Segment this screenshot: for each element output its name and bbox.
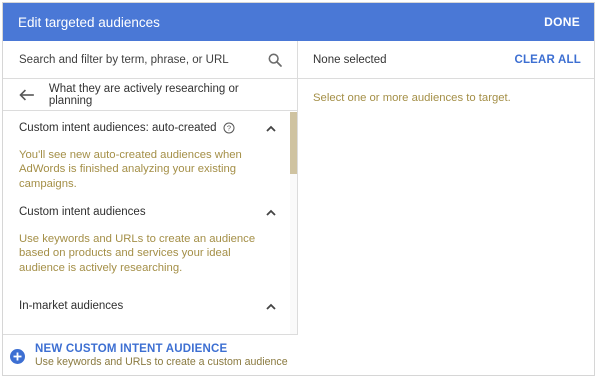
dialog-title: Edit targeted audiences xyxy=(18,14,160,30)
selected-audiences-panel: None selected CLEAR ALL Select one or mo… xyxy=(298,41,594,375)
new-audience-subtitle: Use keywords and URLs to create a custom… xyxy=(35,356,288,368)
edit-audiences-dialog: Edit targeted audiences DONE What they a… xyxy=(2,2,595,376)
section-title: In-market audiences xyxy=(19,300,124,312)
arrow-back-icon[interactable] xyxy=(19,88,35,101)
section-title: Custom intent audiences xyxy=(19,206,146,218)
chevron-up-icon[interactable] xyxy=(266,303,276,310)
section-auto-created: Custom intent audiences: auto-created ? … xyxy=(3,112,290,196)
section-in-market: In-market audiences xyxy=(3,290,290,322)
search-bar xyxy=(3,41,297,79)
section-header[interactable]: Custom intent audiences xyxy=(3,196,290,228)
audience-section-list: Custom intent audiences: auto-created ? … xyxy=(3,112,290,334)
audience-browser-panel: What they are actively researching or pl… xyxy=(3,41,298,375)
dialog-body: What they are actively researching or pl… xyxy=(3,41,594,375)
new-custom-intent-audience-button[interactable]: NEW CUSTOM INTENT AUDIENCE Use keywords … xyxy=(3,334,298,375)
selection-header: None selected CLEAR ALL xyxy=(298,41,594,79)
section-header[interactable]: In-market audiences xyxy=(3,290,290,322)
new-audience-title[interactable]: NEW CUSTOM INTENT AUDIENCE xyxy=(35,343,288,356)
search-icon[interactable] xyxy=(267,52,283,68)
section-description: You'll see new auto-created audiences wh… xyxy=(19,149,242,190)
empty-selection-hint: Select one or more audiences to target. xyxy=(313,92,511,104)
list-scrollbar[interactable] xyxy=(290,112,297,334)
category-breadcrumb: What they are actively researching or pl… xyxy=(3,79,297,111)
scrollbar-thumb[interactable] xyxy=(290,112,297,174)
section-header[interactable]: Custom intent audiences: auto-created ? xyxy=(3,112,290,144)
svg-text:?: ? xyxy=(226,124,230,133)
selection-status: None selected xyxy=(313,53,387,66)
section-title: Custom intent audiences: auto-created xyxy=(19,122,217,134)
done-button[interactable]: DONE xyxy=(544,15,580,29)
clear-all-button[interactable]: CLEAR ALL xyxy=(514,54,581,66)
search-input[interactable] xyxy=(19,53,249,66)
chevron-up-icon[interactable] xyxy=(266,125,276,132)
section-description: Use keywords and URLs to create an audie… xyxy=(19,233,256,274)
dialog-header: Edit targeted audiences DONE xyxy=(3,3,594,41)
help-circle-icon[interactable]: ? xyxy=(223,122,235,134)
section-custom-intent: Custom intent audiences Use keywords and… xyxy=(3,196,290,290)
add-circle-icon[interactable] xyxy=(10,348,25,364)
category-title: What they are actively researching or pl… xyxy=(48,82,239,107)
chevron-up-icon[interactable] xyxy=(266,209,276,216)
